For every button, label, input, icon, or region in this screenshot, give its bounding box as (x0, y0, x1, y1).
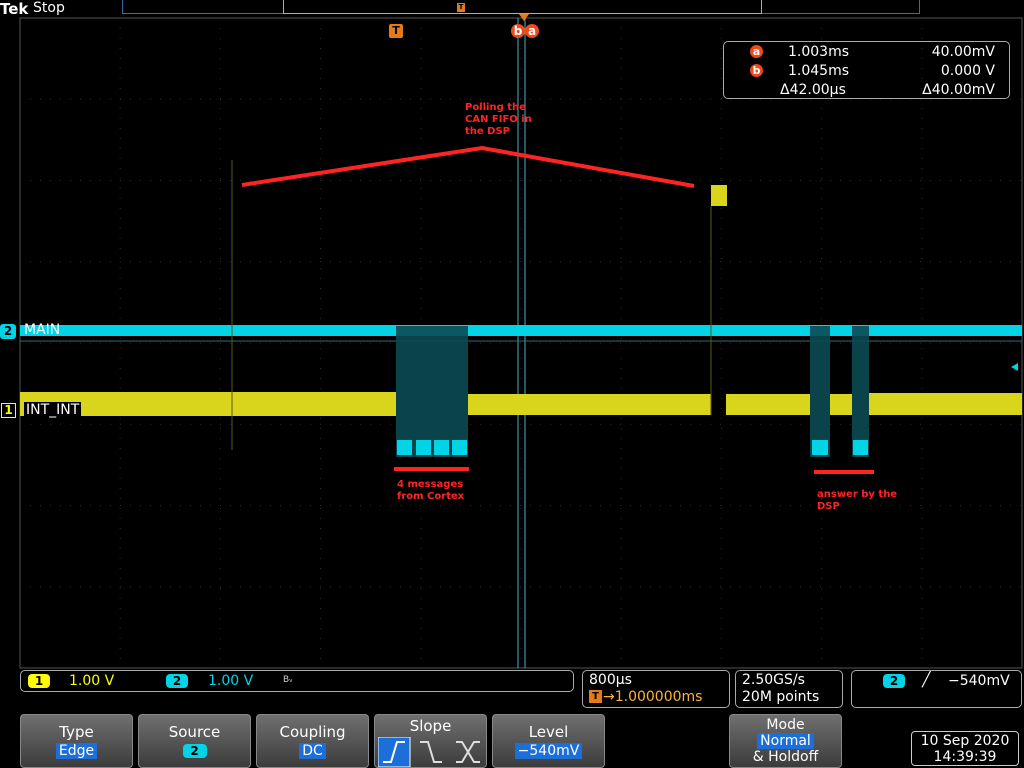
channel-1-chip: 1 (28, 674, 50, 688)
slope-button[interactable]: Slope (374, 714, 487, 768)
channel-1-scale: 1.00 V (69, 673, 115, 689)
trigger-icon: T (589, 690, 602, 703)
expansion-point-icon (519, 14, 529, 21)
cursor-b-marker[interactable]: b (511, 24, 525, 38)
level-button[interactable]: Level −540mV (492, 714, 605, 768)
bandwidth-limit-icon: Bᵥ (283, 675, 293, 685)
cursor-b-value: 0.000 V (940, 63, 995, 79)
level-value: −540mV (514, 743, 583, 759)
cursor-b-time: 1.045ms (788, 63, 850, 79)
channel-2-marker[interactable]: 2 (0, 324, 16, 339)
source-value: 2 (182, 744, 207, 758)
rising-edge-icon: ╱ (922, 672, 931, 688)
annotation-answer: answer by the DSP (817, 489, 898, 512)
annotation-polling: Polling the CAN FIFO in the DSP (465, 102, 532, 137)
record-length: 20M points (742, 689, 820, 705)
delta-value: Δ40.00mV (922, 82, 995, 98)
time-per-division: 800µs (589, 672, 632, 688)
date-label: 10 Sep 2020 (920, 733, 1010, 749)
trigger-position-marker: T (389, 24, 403, 38)
mode-value: Normal (757, 733, 814, 749)
source-button[interactable]: Source 2 (138, 714, 251, 768)
trigger-source-chip: 2 (883, 674, 905, 688)
coupling-button[interactable]: Coupling DC (256, 714, 369, 768)
annotation-messages: 4 messages from Cortex (397, 479, 465, 502)
mode-holdoff-button[interactable]: Mode Normal & Holdoff (729, 714, 842, 768)
channel-1-label: INT_INT (24, 402, 82, 418)
trigger-position-value: →1.000000ms (603, 689, 703, 705)
type-value: Edge (55, 743, 98, 759)
channel-2-label: MAIN (24, 322, 61, 338)
coupling-value: DC (299, 743, 326, 759)
cursor-readout: a 1.003ms 40.00mV b 1.045ms 0.000 V Δ42.… (723, 41, 1010, 99)
cursor-a-icon: a (750, 45, 763, 58)
vertical-status[interactable]: 1 1.00 V 2 1.00 V Bᵥ (20, 670, 574, 692)
slope-options[interactable] (378, 737, 486, 767)
trigger-status[interactable]: 2 ╱ −540mV (851, 670, 1022, 708)
type-button[interactable]: Type Edge (20, 714, 133, 768)
channel-2-chip: 2 (166, 674, 188, 688)
sample-rate: 2.50GS/s (742, 672, 805, 688)
cursor-a-time: 1.003ms (788, 44, 850, 60)
cursor-a-value: 40.00mV (931, 44, 995, 60)
trigger-level-value: −540mV (948, 673, 1010, 689)
acquisition-status[interactable]: 2.50GS/s 20M points (735, 670, 843, 708)
channel-1-marker[interactable]: 1 (1, 403, 16, 418)
channel-2-scale: 1.00 V (208, 673, 254, 689)
time-label: 14:39:39 (933, 749, 997, 765)
falling-slope-icon (420, 741, 442, 763)
cursor-b-icon: b (750, 64, 763, 77)
delta-time: Δ42.00µs (780, 82, 846, 98)
horizontal-status[interactable]: 800µs T →1.000000ms (582, 670, 730, 708)
date-time-display: 10 Sep 2020 14:39:39 (911, 731, 1019, 766)
cursor-a-marker[interactable]: a (525, 24, 539, 38)
